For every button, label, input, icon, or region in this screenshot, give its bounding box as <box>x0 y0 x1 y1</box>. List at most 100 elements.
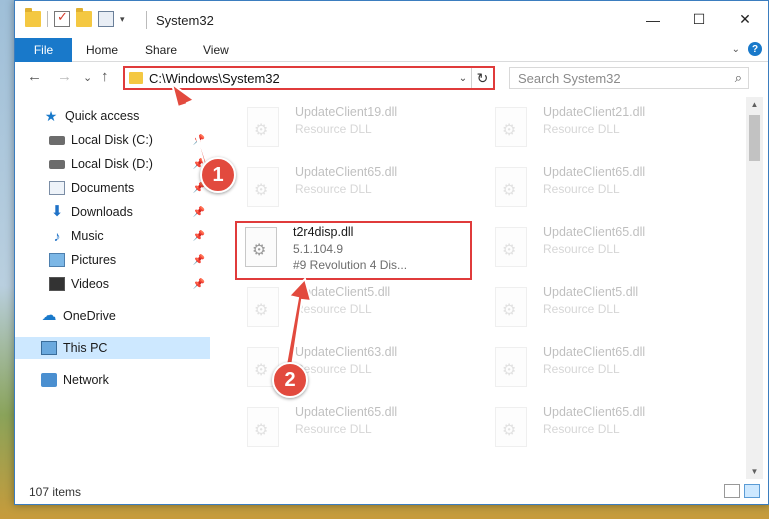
file-type: Resource DLL <box>543 122 620 136</box>
file-name: UpdateClient5.dll <box>295 285 391 299</box>
sidebar-item-music[interactable]: ♪ Music 📌 <box>15 225 210 247</box>
details-view-icon[interactable] <box>724 484 740 498</box>
file-item[interactable]: UpdateClient63.dll Resource DLL <box>235 341 475 401</box>
file-name: UpdateClient65.dll <box>543 405 646 419</box>
title-divider <box>146 11 147 29</box>
music-icon: ♪ <box>53 228 61 244</box>
dll-file-icon <box>247 107 279 147</box>
file-name: UpdateClient63.dll <box>295 345 398 359</box>
item-count: 107 items <box>29 485 82 499</box>
file-item[interactable]: UpdateClient19.dll Resource DLL <box>235 101 475 161</box>
scroll-up-icon[interactable]: ▲ <box>746 100 763 109</box>
sidebar-item-label: Music <box>71 229 104 243</box>
dll-file-icon <box>495 167 527 207</box>
properties-check-icon[interactable] <box>54 9 70 27</box>
tab-view[interactable]: View <box>203 43 229 57</box>
up-button[interactable]: ↑ <box>101 68 109 85</box>
file-item[interactable]: UpdateClient21.dll Resource DLL <box>483 101 723 161</box>
dll-file-icon <box>495 227 527 267</box>
back-button[interactable]: ← <box>27 68 42 85</box>
highlighted-file-item[interactable]: t2r4disp.dll 5.1.104.9 #9 Revolution 4 D… <box>235 221 472 280</box>
ribbon-tabs: File Home Share View ⌄ ? <box>15 38 768 62</box>
file-item[interactable]: UpdateClient5.dll Resource DLL <box>235 281 475 341</box>
close-button[interactable]: ✕ <box>722 1 768 38</box>
sidebar-item-local-disk-c[interactable]: Local Disk (C:) 📌 <box>15 129 210 151</box>
scroll-down-icon[interactable]: ▼ <box>746 467 763 476</box>
sidebar-item-label: Documents <box>71 181 135 195</box>
pin-icon[interactable]: 📌 <box>193 207 205 218</box>
pin-icon[interactable]: 📌 <box>193 279 205 290</box>
computer-icon <box>41 341 57 355</box>
search-icon[interactable]: ⌕ <box>735 70 742 86</box>
sidebar-item-pictures[interactable]: Pictures 📌 <box>15 249 210 271</box>
dll-file-icon <box>495 347 527 387</box>
sidebar-item-this-pc[interactable]: This PC <box>15 337 210 359</box>
file-item[interactable]: UpdateClient65.dll Resource DLL <box>483 401 723 461</box>
minimize-button[interactable]: — <box>630 1 676 38</box>
pin-icon[interactable]: 📌 <box>193 135 205 146</box>
address-path[interactable]: C:\Windows\System32 <box>149 71 455 86</box>
sidebar-item-local-disk-d[interactable]: Local Disk (D:) 📌 <box>15 153 210 175</box>
star-icon: ★ <box>44 108 58 124</box>
address-bar[interactable]: C:\Windows\System32 ⌄ ↻ <box>123 66 495 90</box>
sidebar-item-label: This PC <box>63 341 108 355</box>
file-type: Resource DLL <box>295 182 372 196</box>
tab-home[interactable]: Home <box>86 43 118 57</box>
dll-file-icon <box>495 287 527 327</box>
new-folder-icon[interactable] <box>76 8 92 27</box>
document-icon <box>49 181 65 195</box>
help-icon[interactable]: ? <box>748 42 762 56</box>
ribbon-right-controls: ⌄ ? <box>732 42 762 56</box>
sidebar-item-label: Videos <box>71 277 109 291</box>
file-item[interactable]: UpdateClient5.dll Resource DLL <box>483 281 723 341</box>
file-description: #9 Revolution 4 Dis... <box>293 258 408 272</box>
sidebar-item-videos[interactable]: Videos 📌 <box>15 273 210 295</box>
address-dropdown-icon[interactable]: ⌄ <box>455 73 471 84</box>
file-type: Resource DLL <box>295 302 372 316</box>
sidebar-item-documents[interactable]: Documents 📌 <box>15 177 210 199</box>
file-name: UpdateClient65.dll <box>543 345 646 359</box>
sidebar-item-network[interactable]: Network <box>15 369 210 391</box>
file-t2r4disp[interactable]: t2r4disp.dll 5.1.104.9 #9 Revolution 4 D… <box>233 221 473 281</box>
file-type: Resource DLL <box>295 422 372 436</box>
navigation-bar: ← → ⌄ ↑ C:\Windows\System32 ⌄ ↻ Search S… <box>15 62 768 94</box>
file-item[interactable]: UpdateClient65.dll Resource DLL <box>483 161 723 221</box>
maximize-button[interactable]: ☐ <box>676 1 722 38</box>
forward-button[interactable]: → <box>57 68 72 85</box>
dll-file-icon <box>495 107 527 147</box>
recent-locations-button[interactable]: ⌄ <box>83 71 92 84</box>
large-icons-view-icon[interactable] <box>744 484 760 498</box>
step-1-badge: 1 <box>200 157 236 193</box>
file-item[interactable]: UpdateClient65.dll Resource DLL <box>235 401 475 461</box>
file-version: 5.1.104.9 <box>293 242 344 256</box>
scroll-thumb[interactable] <box>749 115 760 161</box>
dll-file-icon <box>495 407 527 447</box>
sidebar-item-label: Network <box>63 373 109 387</box>
tab-file[interactable]: File <box>15 38 72 62</box>
file-name: UpdateClient19.dll <box>295 105 398 119</box>
tab-share[interactable]: Share <box>145 43 177 57</box>
refresh-button[interactable]: ↻ <box>471 68 493 88</box>
dll-file-icon <box>247 407 279 447</box>
search-placeholder: Search System32 <box>518 70 621 86</box>
sidebar-item-label: Local Disk (C:) <box>71 133 153 147</box>
sidebar-item-quick-access[interactable]: ★ Quick access <box>15 105 210 127</box>
dll-file-icon <box>247 167 279 207</box>
disk-icon <box>49 135 65 145</box>
file-item[interactable]: UpdateClient65.dll Resource DLL <box>483 341 723 401</box>
file-type: Resource DLL <box>543 182 620 196</box>
file-name: UpdateClient65.dll <box>543 225 646 239</box>
sidebar-item-onedrive[interactable]: ☁ OneDrive <box>15 305 210 327</box>
sidebar-item-downloads[interactable]: ⬇ Downloads 📌 <box>15 201 210 223</box>
file-name: UpdateClient65.dll <box>295 165 398 179</box>
vertical-scrollbar[interactable]: ▲ ▼ <box>746 97 763 479</box>
file-item[interactable]: UpdateClient65.dll Resource DLL <box>235 161 475 221</box>
pin-icon[interactable]: 📌 <box>193 255 205 266</box>
properties-icon[interactable] <box>98 11 114 27</box>
customize-toolbar-icon[interactable]: ▾ <box>120 14 125 25</box>
pin-icon[interactable]: 📌 <box>193 231 205 242</box>
step-2-badge: 2 <box>272 362 308 398</box>
expand-ribbon-icon[interactable]: ⌄ <box>732 44 740 55</box>
file-item[interactable]: UpdateClient65.dll Resource DLL <box>483 221 723 281</box>
search-input[interactable]: Search System32 ⌕ <box>509 67 749 89</box>
